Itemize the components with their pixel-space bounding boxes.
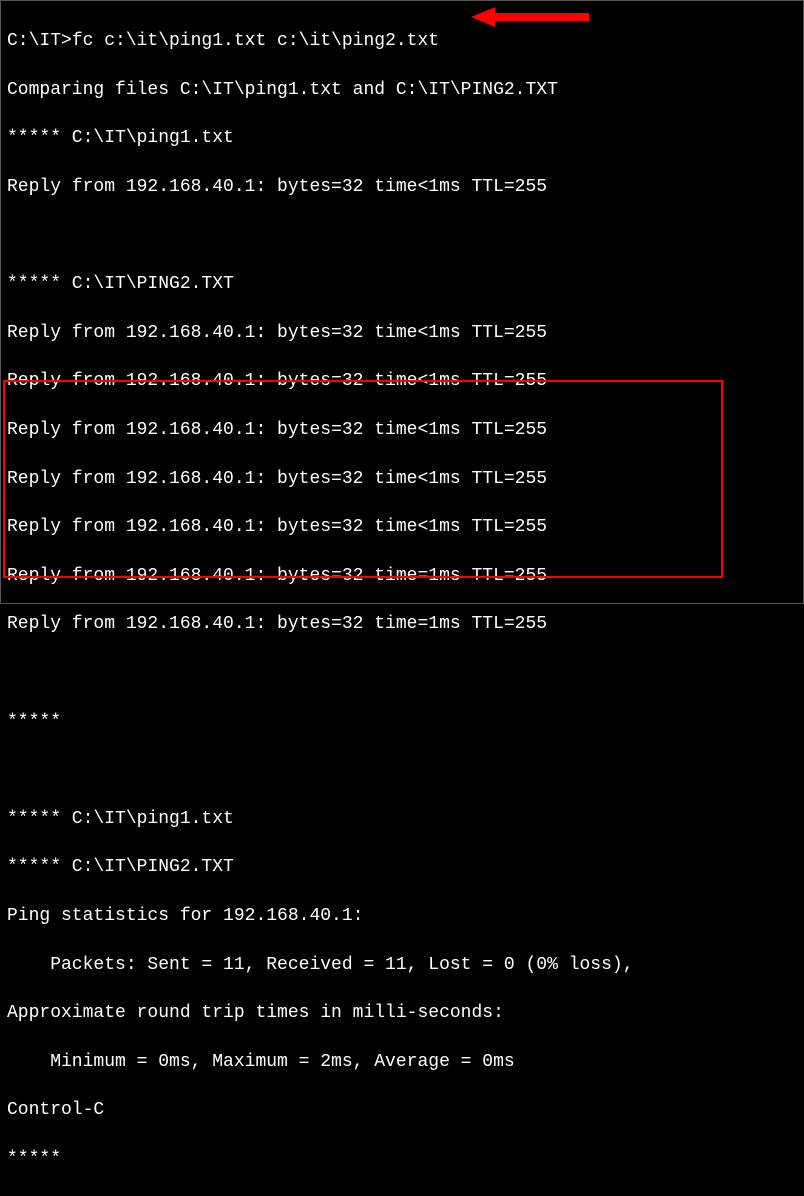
prompt: C:\IT> [7, 31, 72, 51]
output-line: ***** [7, 1147, 797, 1171]
output-line: Reply from 192.168.40.1: bytes=32 time=1… [7, 564, 797, 588]
output-line: Reply from 192.168.40.1: bytes=32 time<1… [7, 418, 797, 442]
output-line: Reply from 192.168.40.1: bytes=32 time<1… [7, 467, 797, 491]
output-line: Reply from 192.168.40.1: bytes=32 time<1… [7, 321, 797, 345]
output-line: Control-C [7, 1098, 797, 1122]
output-line: Approximate round trip times in milli-se… [7, 1001, 797, 1025]
output-line: ***** C:\IT\PING2.TXT [7, 272, 797, 296]
output-line: Ping statistics for 192.168.40.1: [7, 904, 797, 928]
output-line: ***** [7, 710, 797, 734]
output-line: Packets: Sent = 11, Received = 11, Lost … [7, 953, 797, 977]
output-line: Comparing files C:\IT\ping1.txt and C:\I… [7, 78, 797, 102]
output-line: Reply from 192.168.40.1: bytes=32 time=1… [7, 612, 797, 636]
command-text: fc c:\it\ping1.txt c:\it\ping2.txt [72, 31, 439, 51]
output-line [7, 224, 797, 248]
output-line: ***** C:\IT\PING2.TXT [7, 855, 797, 879]
output-line: ***** C:\IT\ping1.txt [7, 126, 797, 150]
output-line: Minimum = 0ms, Maximum = 2ms, Average = … [7, 1050, 797, 1074]
annotation-arrow-icon [471, 5, 591, 29]
command-line: C:\IT>fc c:\it\ping1.txt c:\it\ping2.txt [7, 29, 797, 53]
output-line [7, 758, 797, 782]
terminal-output[interactable]: C:\IT>fc c:\it\ping1.txt c:\it\ping2.txt… [7, 5, 797, 1196]
output-line [7, 661, 797, 685]
output-line: ***** C:\IT\ping1.txt [7, 807, 797, 831]
output-line: Reply from 192.168.40.1: bytes=32 time<1… [7, 515, 797, 539]
output-line: Reply from 192.168.40.1: bytes=32 time<1… [7, 369, 797, 393]
output-line: Reply from 192.168.40.1: bytes=32 time<1… [7, 175, 797, 199]
